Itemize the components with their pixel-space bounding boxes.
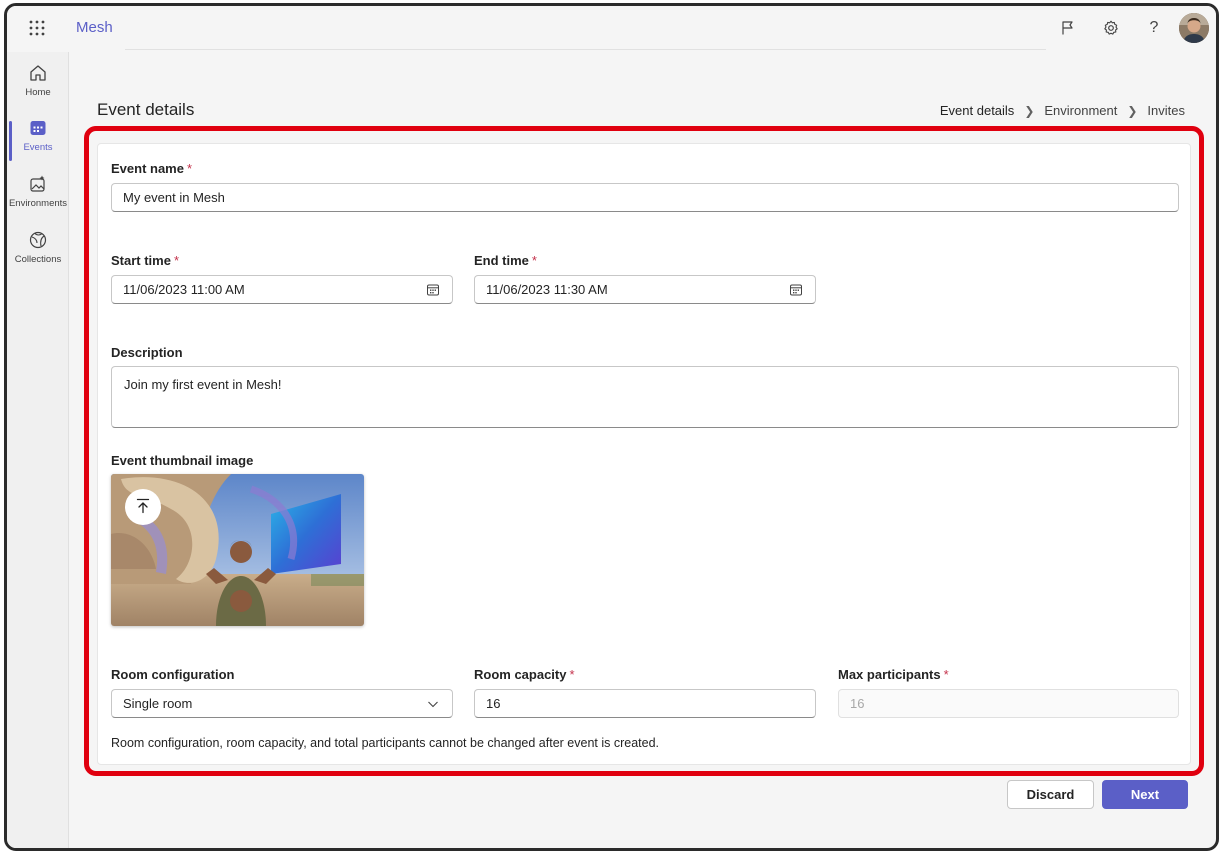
calendar-icon xyxy=(27,117,49,139)
breadcrumb: Event details ❯ Environment ❯ Invites xyxy=(940,103,1185,118)
highlight-frame xyxy=(84,126,1204,776)
left-rail: Home Events Environments Collections xyxy=(7,52,69,848)
top-bar: Mesh xyxy=(7,6,1216,52)
rail-item-label: Events xyxy=(23,142,53,153)
breadcrumb-event-details[interactable]: Event details xyxy=(940,103,1014,118)
home-icon xyxy=(27,62,49,84)
rail-item-label: Collections xyxy=(14,254,62,265)
rail-item-label: Home xyxy=(25,87,51,98)
app-launcher-icon[interactable] xyxy=(27,18,47,38)
breadcrumb-environment[interactable]: Environment xyxy=(1044,103,1117,118)
next-button[interactable]: Next xyxy=(1102,780,1188,809)
collection-icon xyxy=(27,229,49,251)
app-window: Mesh ? Home Events Environments Collecti… xyxy=(4,3,1219,851)
rail-item-home[interactable]: Home xyxy=(7,56,69,108)
breadcrumb-invites[interactable]: Invites xyxy=(1147,103,1185,118)
rail-item-events[interactable]: Events xyxy=(7,111,69,163)
rail-item-environments[interactable]: Environments xyxy=(7,167,69,219)
app-title[interactable]: Mesh xyxy=(76,19,113,36)
chevron-right-icon: ❯ xyxy=(1127,103,1138,118)
rail-item-collections[interactable]: Collections xyxy=(7,223,69,275)
discard-button[interactable]: Discard xyxy=(1007,780,1094,809)
user-avatar[interactable] xyxy=(1179,13,1209,43)
help-icon[interactable]: ? xyxy=(1143,17,1165,39)
image-sparkle-icon xyxy=(27,173,49,195)
page-title: Event details xyxy=(97,100,195,119)
rail-item-label: Environments xyxy=(8,198,68,209)
header-divider xyxy=(125,49,1046,50)
settings-gear-icon[interactable] xyxy=(1100,17,1122,39)
flag-icon[interactable] xyxy=(1057,17,1079,39)
chevron-right-icon: ❯ xyxy=(1024,103,1035,118)
